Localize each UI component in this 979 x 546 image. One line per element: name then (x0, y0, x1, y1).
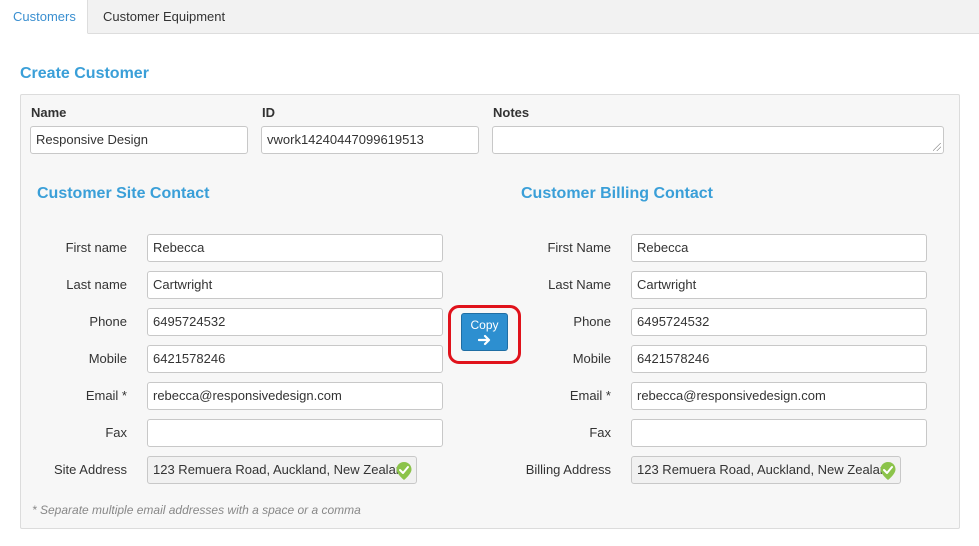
tab-bar: Customers Customer Equipment (0, 0, 979, 34)
site-last-name-label: Last name (66, 277, 127, 292)
site-address-value: 123 Remuera Road, Auckland, New Zealand (153, 462, 411, 477)
site-last-name-input[interactable]: Cartwright (147, 271, 443, 299)
name-input[interactable]: Responsive Design (30, 126, 248, 154)
email-footnote: * Separate multiple email addresses with… (32, 503, 361, 517)
billing-mobile-label: Mobile (572, 351, 611, 366)
site-fax-label: Fax (105, 425, 127, 440)
billing-contact-title: Customer Billing Contact (521, 185, 714, 202)
billing-phone-label: Phone (573, 314, 611, 329)
site-first-name-label: First name (65, 240, 127, 255)
site-first-name-input[interactable]: Rebecca (147, 234, 443, 262)
billing-fax-label: Fax (589, 425, 611, 440)
billing-address-value: 123 Remuera Road, Auckland, New Zealand (637, 462, 895, 477)
page-title: Create Customer (20, 65, 149, 82)
site-mobile-label: Mobile (88, 351, 127, 366)
site-fax-input[interactable] (147, 419, 443, 447)
site-email-input[interactable]: rebecca@responsivedesign.com (147, 382, 443, 410)
notes-label: Notes (493, 105, 530, 120)
site-contact-title: Customer Site Contact (37, 185, 210, 202)
site-phone-input[interactable]: 6495724532 (147, 308, 443, 336)
tab-customer-equipment[interactable]: Customer Equipment (90, 0, 238, 34)
billing-mobile-input[interactable]: 6421578246 (631, 345, 927, 373)
billing-phone-input[interactable]: 6495724532 (631, 308, 927, 336)
id-label: ID (262, 105, 275, 120)
location-verified-icon (396, 462, 412, 480)
billing-fax-input[interactable] (631, 419, 927, 447)
notes-textarea[interactable] (492, 126, 944, 154)
billing-first-name-input[interactable]: Rebecca (631, 234, 927, 262)
site-email-label: Email * (85, 388, 127, 403)
name-label: Name (31, 105, 67, 120)
billing-email-label: Email * (569, 388, 611, 403)
billing-last-name-input[interactable]: Cartwright (631, 271, 927, 299)
billing-address-label: Billing Address (525, 462, 611, 477)
site-mobile-input[interactable]: 6421578246 (147, 345, 443, 373)
resize-grip-icon[interactable] (933, 143, 941, 151)
tab-customers[interactable]: Customers (0, 0, 88, 34)
billing-email-input[interactable]: rebecca@responsivedesign.com (631, 382, 927, 410)
site-address-input[interactable]: 123 Remuera Road, Auckland, New Zealand (147, 456, 417, 484)
location-verified-icon (880, 462, 896, 480)
site-phone-label: Phone (89, 314, 127, 329)
billing-address-input[interactable]: 123 Remuera Road, Auckland, New Zealand (631, 456, 901, 484)
arrow-right-icon (477, 334, 490, 346)
id-input[interactable]: vwork14240447099619513 (261, 126, 479, 154)
site-address-label: Site Address (54, 462, 127, 477)
billing-first-name-label: First Name (547, 240, 611, 255)
billing-last-name-label: Last Name (548, 277, 611, 292)
